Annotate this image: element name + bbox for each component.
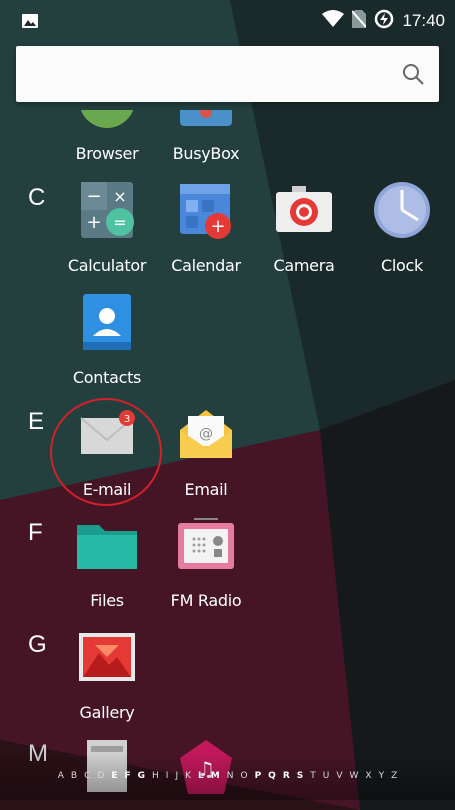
app-label: Calculator	[67, 256, 147, 275]
index-letter-f[interactable]: F	[124, 771, 130, 781]
index-letter-g[interactable]: G	[138, 771, 145, 781]
index-letter-z[interactable]: Z	[391, 771, 397, 781]
app-label: Calendar	[171, 256, 241, 275]
status-time: 17:40	[402, 11, 445, 30]
app-calculator[interactable]: − × + = Calculator	[57, 180, 157, 275]
app-label: Gallery	[79, 703, 135, 722]
index-letter-j[interactable]: J	[175, 771, 178, 781]
gallery-icon	[22, 14, 38, 33]
browser-icon	[75, 110, 139, 132]
app-email[interactable]: @ Email	[156, 404, 256, 499]
app-label: Files	[90, 591, 124, 610]
folder-icon	[75, 515, 139, 579]
camera-icon	[272, 180, 336, 244]
svg-text:×: ×	[113, 187, 126, 206]
app-label: Contacts	[72, 368, 142, 387]
radio-icon	[174, 515, 238, 579]
index-letter-r[interactable]: R	[283, 771, 290, 781]
app-calendar[interactable]: + Calendar	[156, 180, 256, 275]
app-label: Clock	[381, 256, 423, 275]
index-letter-s[interactable]: S	[297, 771, 303, 781]
svg-text:+: +	[86, 212, 101, 233]
no-sim-icon	[351, 9, 368, 33]
app-label: Browser	[75, 144, 139, 163]
alphabet-index[interactable]: ABCDEFGHIJKLMNOPQRSTUVWXYZ	[0, 752, 455, 800]
index-letter-v[interactable]: V	[336, 771, 342, 781]
app-busybox[interactable]: BusyBox	[156, 110, 256, 163]
app-label: Email	[184, 480, 228, 499]
svg-text:=: =	[113, 213, 126, 232]
index-letter-b[interactable]: B	[71, 771, 77, 781]
app-clock[interactable]: Clock	[352, 180, 452, 275]
wifi-icon	[322, 9, 345, 33]
index-letter-i[interactable]: I	[166, 771, 169, 781]
index-letter-w[interactable]: W	[350, 771, 359, 781]
battery-charging-icon	[374, 9, 394, 34]
app-label: Camera	[273, 256, 335, 275]
section-letter-c: C	[28, 184, 46, 211]
calendar-icon: +	[174, 180, 238, 244]
index-letter-p[interactable]: P	[255, 771, 262, 781]
status-bar: 17:40	[0, 0, 455, 40]
index-letter-n[interactable]: N	[227, 771, 234, 781]
index-letter-o[interactable]: O	[240, 771, 247, 781]
index-letter-m[interactable]: M	[211, 771, 220, 781]
app-gallery[interactable]: Gallery	[57, 627, 157, 722]
index-letter-e[interactable]: E	[111, 771, 117, 781]
app-camera[interactable]: Camera	[254, 180, 354, 275]
email-yellow-icon: @	[174, 404, 238, 468]
app-label: BusyBox	[172, 144, 240, 163]
app-files[interactable]: Files	[57, 515, 157, 610]
section-letter-g: G	[28, 631, 47, 658]
app-browser[interactable]: Browser	[57, 110, 157, 163]
index-letter-x[interactable]: X	[365, 771, 371, 781]
app-contacts[interactable]: Contacts	[57, 292, 157, 387]
section-letter-e: E	[28, 408, 45, 435]
busybox-icon	[174, 110, 238, 132]
svg-text:−: −	[86, 186, 101, 207]
index-letter-d[interactable]: D	[97, 771, 104, 781]
calculator-icon: − × + =	[75, 180, 139, 244]
search-bar[interactable]	[16, 46, 439, 102]
index-letter-k[interactable]: K	[185, 771, 191, 781]
search-icon[interactable]	[401, 62, 425, 91]
clock-icon	[370, 180, 434, 244]
annotation-circle	[50, 398, 162, 506]
svg-text:@: @	[199, 426, 213, 442]
index-letter-u[interactable]: U	[323, 771, 330, 781]
contacts-icon	[75, 292, 139, 356]
index-letter-l[interactable]: L	[198, 771, 204, 781]
svg-text:+: +	[210, 216, 225, 237]
index-letter-a[interactable]: A	[58, 771, 64, 781]
index-letter-q[interactable]: Q	[268, 771, 276, 781]
index-letter-c[interactable]: C	[84, 771, 90, 781]
section-letter-f: F	[28, 519, 43, 546]
index-letter-h[interactable]: H	[152, 771, 159, 781]
app-fm-radio[interactable]: FM Radio	[156, 515, 256, 610]
index-letter-t[interactable]: T	[310, 771, 316, 781]
app-label: FM Radio	[170, 591, 242, 610]
gallery-app-icon	[75, 627, 139, 691]
index-letter-y[interactable]: Y	[379, 771, 385, 781]
